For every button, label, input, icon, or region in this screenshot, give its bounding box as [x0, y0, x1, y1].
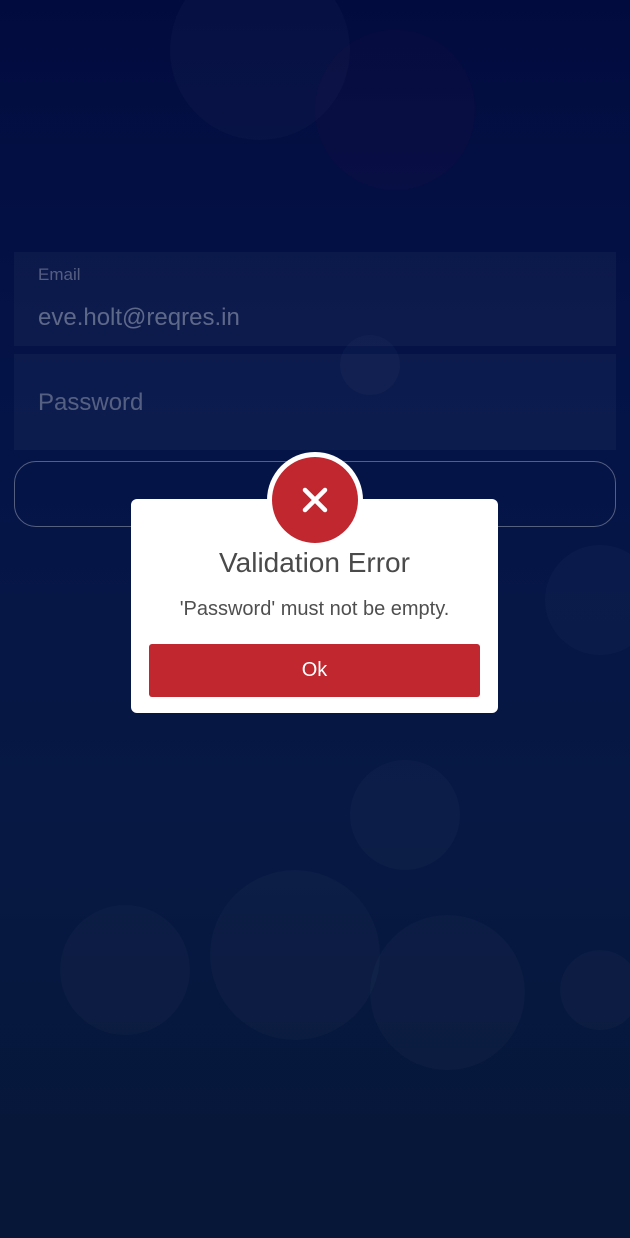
ok-button[interactable]: Ok [149, 644, 480, 697]
dialog-title: Validation Error [219, 547, 410, 578]
error-badge [267, 452, 363, 548]
dialog-message: 'Password' must not be empty. [179, 598, 450, 620]
error-circle [272, 457, 358, 543]
